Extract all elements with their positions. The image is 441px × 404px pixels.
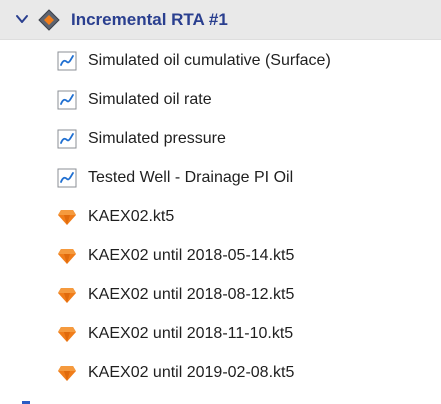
tree-item-label: Simulated oil rate [88,91,212,108]
tree-item-label: Tested Well - Drainage PI Oil [88,169,294,186]
tree-item-label: Simulated oil cumulative (Surface) [88,52,331,69]
tree-item-kt5-file[interactable]: KAEX02 until 2018-05-14.kt5 [0,238,441,274]
tree-item-tested-well-drainage[interactable]: Tested Well - Drainage PI Oil [0,160,441,196]
plot-icon [57,51,77,71]
tree-item-label: KAEX02 until 2018-05-14.kt5 [88,247,295,264]
tree-item-simulated-oil-cumulative[interactable]: Simulated oil cumulative (Surface) [0,43,441,79]
orange-gem-icon [57,246,77,266]
tree-item-label: KAEX02.kt5 [88,208,175,225]
tree-item-kt5-file[interactable]: KAEX02 until 2019-02-08.kt5 [0,355,441,391]
chevron-down-icon[interactable] [14,11,30,27]
tree-item-kt5-file[interactable]: KAEX02.kt5 [0,199,441,235]
tree-item-label: Simulated pressure [88,130,226,147]
orange-gem-icon [57,363,77,383]
tree-item-simulated-oil-rate[interactable]: Simulated oil rate [0,82,441,118]
tree-node-label: Incremental RTA #1 [71,10,228,29]
tree-item-kt5-file[interactable]: KAEX02 until 2018-11-10.kt5 [0,316,441,352]
tree-item-label: KAEX02 until 2019-02-08.kt5 [88,364,295,381]
plot-icon [57,168,77,188]
project-tree: Incremental RTA #1 Simulated oil cumulat… [0,0,441,404]
tree-item-label: KAEX02 until 2018-08-12.kt5 [88,286,295,303]
orange-gem-icon [57,324,77,344]
orange-gem-icon [57,207,77,227]
tree-item-label: KAEX02 until 2018-11-10.kt5 [88,325,294,342]
tree-item-simulated-pressure[interactable]: Simulated pressure [0,121,441,157]
plot-icon [57,90,77,110]
orange-gem-icon [57,285,77,305]
tree-node-incremental-rta[interactable]: Incremental RTA #1 [0,0,441,40]
diamond-folder-icon [38,9,60,31]
tree-item-kt5-file[interactable]: KAEX02 until 2018-08-12.kt5 [0,277,441,313]
plot-icon [57,129,77,149]
